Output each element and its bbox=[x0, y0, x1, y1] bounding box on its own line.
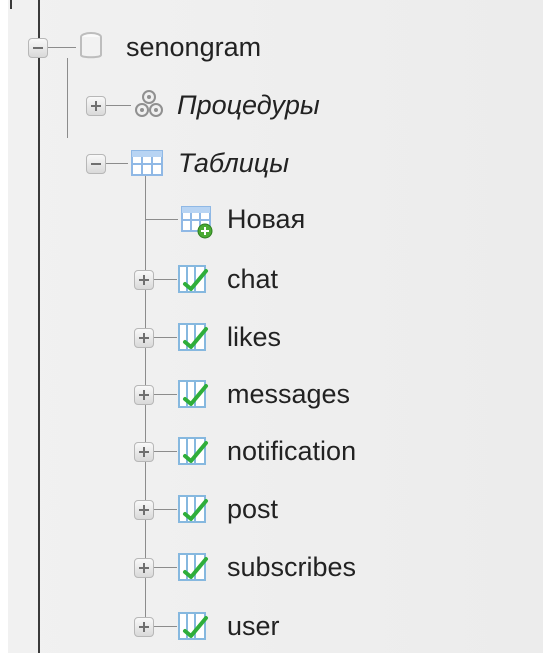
new-table-icon bbox=[181, 206, 213, 239]
table-post-branch-line bbox=[154, 509, 177, 510]
table-messages-label[interactable]: messages bbox=[227, 378, 350, 410]
table-messages-expand-toggle[interactable] bbox=[134, 385, 154, 405]
table-icon bbox=[178, 553, 208, 581]
procedures-branch-line bbox=[106, 105, 131, 106]
table-post-label[interactable]: post bbox=[227, 493, 278, 525]
tree-line-root bbox=[38, 0, 40, 653]
tree-line-database bbox=[67, 58, 68, 138]
table-icon bbox=[178, 380, 208, 408]
table-icon bbox=[178, 323, 208, 351]
tables-collapse-toggle[interactable] bbox=[86, 154, 106, 174]
tables-icon bbox=[131, 150, 163, 176]
table-notification-expand-toggle[interactable] bbox=[134, 442, 154, 462]
table-icon bbox=[178, 495, 208, 523]
table-notification-label[interactable]: notification bbox=[227, 435, 356, 467]
table-likes-branch-line bbox=[154, 337, 177, 338]
table-messages-branch-line bbox=[154, 394, 177, 395]
tables-group-label[interactable]: Таблицы bbox=[178, 147, 289, 179]
table-post-expand-toggle[interactable] bbox=[134, 500, 154, 520]
table-chat-branch-line bbox=[154, 279, 177, 280]
table-notification-branch-line bbox=[154, 451, 177, 452]
database-branch-line bbox=[48, 47, 76, 48]
table-subscribes-expand-toggle[interactable] bbox=[134, 558, 154, 578]
table-user-expand-toggle[interactable] bbox=[134, 617, 154, 637]
procedures-expand-toggle[interactable] bbox=[86, 96, 106, 116]
tables-branch-line bbox=[106, 163, 128, 164]
table-chat-label[interactable]: chat bbox=[227, 263, 278, 295]
tree-line-root-top-tick bbox=[10, 0, 12, 9]
table-subscribes-label[interactable]: subscribes bbox=[227, 551, 356, 583]
table-chat-expand-toggle[interactable] bbox=[134, 270, 154, 290]
database-collapse-toggle[interactable] bbox=[28, 38, 48, 58]
database-icon bbox=[80, 32, 102, 59]
table-icon bbox=[178, 437, 208, 465]
table-user-branch-line bbox=[154, 626, 177, 627]
new-table-branch-line bbox=[145, 219, 178, 220]
database-name[interactable]: senongram bbox=[126, 31, 261, 63]
table-subscribes-branch-line bbox=[154, 567, 177, 568]
table-likes-label[interactable]: likes bbox=[227, 321, 281, 353]
procedures-icon bbox=[135, 90, 163, 117]
table-user-label[interactable]: user bbox=[227, 610, 280, 642]
table-icon bbox=[178, 265, 208, 293]
navigation-tree-panel: senongram Процедуры Таблицы Новая chat l… bbox=[0, 0, 543, 653]
table-icon bbox=[178, 612, 208, 640]
new-table-label[interactable]: Новая bbox=[227, 203, 305, 235]
procedures-label[interactable]: Процедуры bbox=[177, 89, 320, 121]
table-likes-expand-toggle[interactable] bbox=[134, 328, 154, 348]
